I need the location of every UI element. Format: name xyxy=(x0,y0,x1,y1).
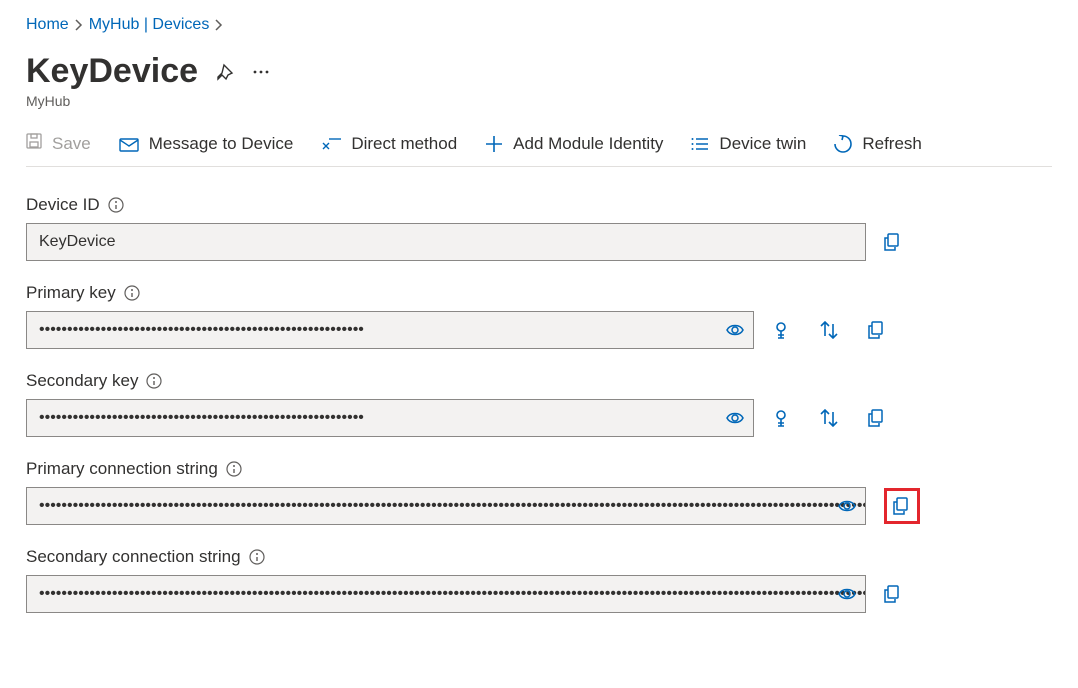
plus-icon xyxy=(485,135,503,153)
primary-cs-input[interactable]: ••••••••••••••••••••••••••••••••••••••••… xyxy=(26,487,866,525)
device-id-label: Device ID xyxy=(26,195,100,215)
message-to-device-button[interactable]: Message to Device xyxy=(119,134,294,154)
device-twin-label: Device twin xyxy=(719,134,806,154)
page-title: KeyDevice xyxy=(26,52,198,91)
direct-method-label: Direct method xyxy=(351,134,457,154)
refresh-label: Refresh xyxy=(862,134,922,154)
eye-icon[interactable] xyxy=(726,322,744,338)
primary-key-label: Primary key xyxy=(26,283,116,303)
primary-connection-string-field: Primary connection string ••••••••••••••… xyxy=(26,459,1052,525)
regenerate-key-icon[interactable] xyxy=(772,409,790,427)
copy-icon[interactable] xyxy=(868,409,886,427)
info-icon[interactable] xyxy=(226,461,242,477)
toolbar: Save Message to Device Direct method Add… xyxy=(26,133,1052,167)
info-icon[interactable] xyxy=(146,373,162,389)
secondary-connection-string-field: Secondary connection string ••••••••••••… xyxy=(26,547,1052,613)
pin-icon[interactable] xyxy=(216,63,234,81)
primary-cs-label: Primary connection string xyxy=(26,459,218,479)
swap-icon[interactable] xyxy=(820,409,838,427)
chevron-right-icon xyxy=(215,19,223,31)
add-module-identity-button[interactable]: Add Module Identity xyxy=(485,134,663,154)
primary-key-input[interactable]: ••••••••••••••••••••••••••••••••••••••••… xyxy=(26,311,754,349)
device-id-field: Device ID KeyDevice xyxy=(26,195,1052,261)
secondary-key-input[interactable]: ••••••••••••••••••••••••••••••••••••••••… xyxy=(26,399,754,437)
page-subtitle: MyHub xyxy=(26,93,1052,109)
device-twin-button[interactable]: Device twin xyxy=(691,134,806,154)
message-label: Message to Device xyxy=(149,134,294,154)
direct-method-icon xyxy=(321,137,341,151)
eye-icon[interactable] xyxy=(838,498,856,514)
copy-icon[interactable] xyxy=(868,321,886,339)
more-icon[interactable] xyxy=(252,69,270,75)
copy-icon[interactable] xyxy=(884,585,902,603)
breadcrumb-home[interactable]: Home xyxy=(26,16,69,34)
direct-method-button[interactable]: Direct method xyxy=(321,134,457,154)
secondary-cs-input[interactable]: ••••••••••••••••••••••••••••••••••••••••… xyxy=(26,575,866,613)
copy-icon[interactable] xyxy=(893,497,911,515)
primary-key-field: Primary key ••••••••••••••••••••••••••••… xyxy=(26,283,1052,349)
info-icon[interactable] xyxy=(249,549,265,565)
breadcrumb: Home MyHub | Devices xyxy=(26,16,1052,34)
save-icon xyxy=(26,133,42,154)
save-button: Save xyxy=(26,133,91,154)
regenerate-key-icon[interactable] xyxy=(772,321,790,339)
chevron-right-icon xyxy=(75,19,83,31)
add-module-label: Add Module Identity xyxy=(513,134,663,154)
eye-icon[interactable] xyxy=(726,410,744,426)
secondary-key-field: Secondary key ••••••••••••••••••••••••••… xyxy=(26,371,1052,437)
info-icon[interactable] xyxy=(124,285,140,301)
highlighted-copy xyxy=(884,488,920,524)
device-id-input[interactable]: KeyDevice xyxy=(26,223,866,261)
eye-icon[interactable] xyxy=(838,586,856,602)
info-icon[interactable] xyxy=(108,197,124,213)
save-label: Save xyxy=(52,134,91,154)
swap-icon[interactable] xyxy=(820,321,838,339)
refresh-button[interactable]: Refresh xyxy=(834,134,922,154)
secondary-key-label: Secondary key xyxy=(26,371,138,391)
secondary-cs-label: Secondary connection string xyxy=(26,547,241,567)
refresh-icon xyxy=(834,135,852,153)
mail-icon xyxy=(119,136,139,152)
list-icon xyxy=(691,136,709,152)
copy-icon[interactable] xyxy=(884,233,902,251)
breadcrumb-hub-devices[interactable]: MyHub | Devices xyxy=(89,16,210,34)
